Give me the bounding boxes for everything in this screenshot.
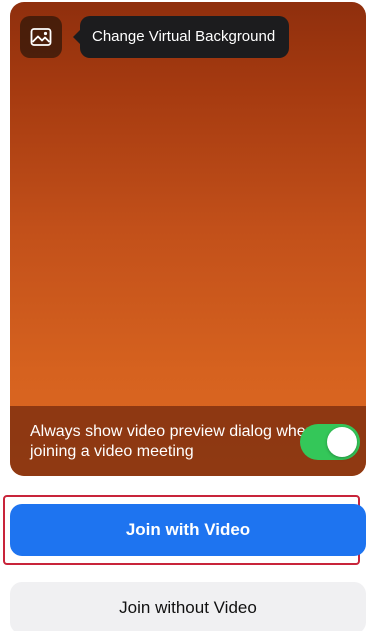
toggle-knob — [327, 427, 357, 457]
video-preview-screen: Change Virtual Background Always show vi… — [0, 0, 366, 631]
video-preview: Change Virtual Background Always show vi… — [10, 2, 366, 476]
change-background-tooltip: Change Virtual Background — [72, 16, 290, 58]
join-with-video-button[interactable]: Join with Video — [10, 504, 366, 556]
preview-preference-bar: Always show video preview dialog when jo… — [10, 406, 366, 476]
join-without-video-button[interactable]: Join without Video — [10, 582, 366, 631]
preview-preference-toggle[interactable] — [300, 424, 360, 460]
preview-preference-label: Always show video preview dialog when jo… — [30, 423, 315, 460]
image-icon — [30, 28, 52, 46]
change-background-button[interactable] — [20, 16, 62, 58]
